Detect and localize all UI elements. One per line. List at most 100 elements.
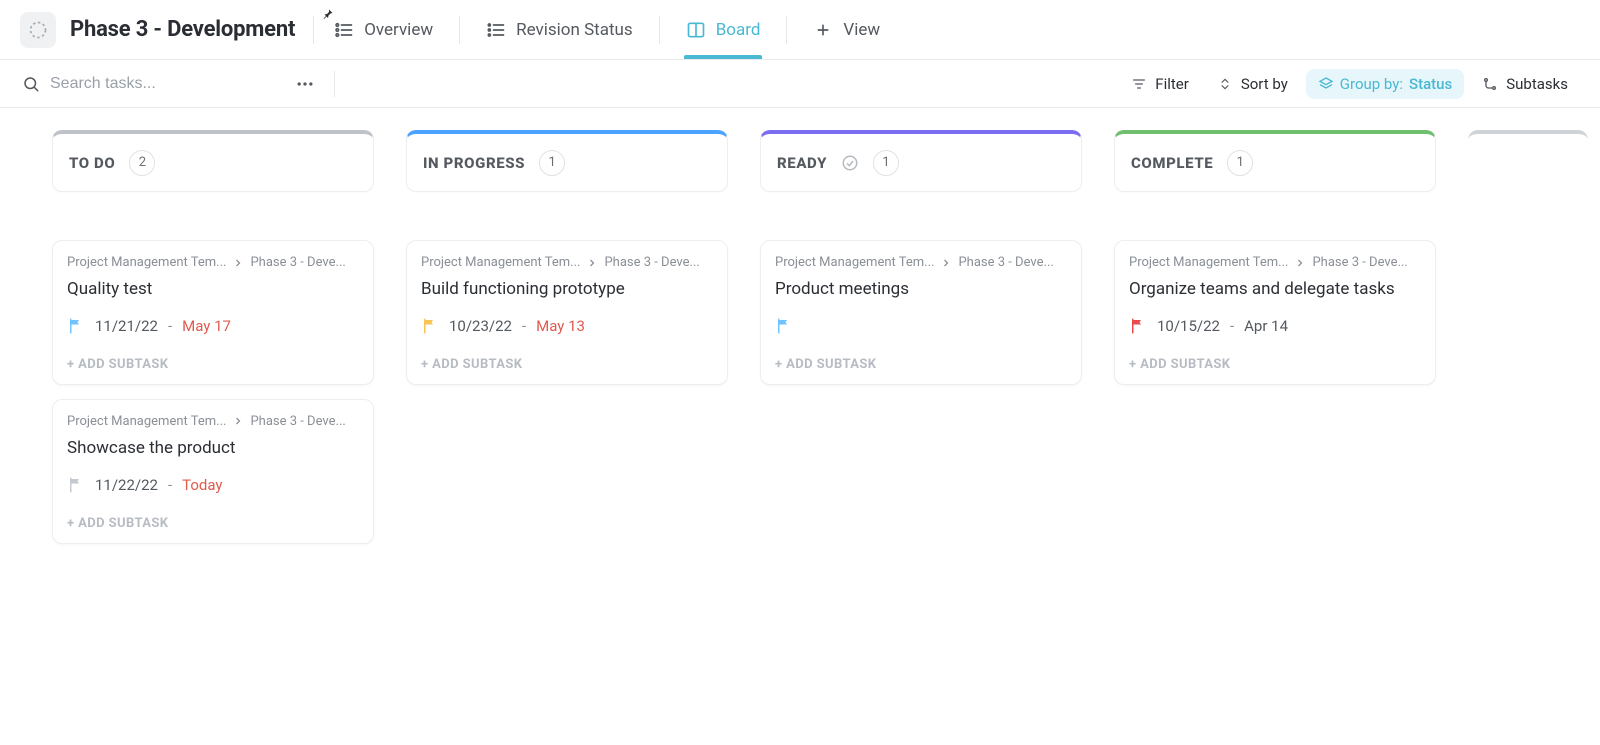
add-subtask-button[interactable]: + ADD SUBTASK: [421, 357, 713, 372]
search-input[interactable]: [50, 75, 230, 93]
chevron-right-icon: [1294, 257, 1306, 269]
flag-icon[interactable]: [67, 317, 85, 335]
search-icon: [22, 75, 40, 93]
date-start[interactable]: 10/15/22: [1157, 317, 1220, 335]
plus-icon: [813, 20, 833, 40]
column-title: IN PROGRESS: [423, 154, 525, 172]
flag-icon[interactable]: [421, 317, 439, 335]
group-by-button[interactable]: Group by: Status: [1306, 69, 1464, 99]
app-header: Phase 3 - Development Overview Revision …: [0, 0, 1600, 60]
task-meta: 10/23/22 - May 13: [421, 317, 713, 335]
breadcrumb-project[interactable]: Project Management Tem...: [67, 255, 226, 270]
date-end[interactable]: Apr 14: [1244, 317, 1288, 335]
date-end[interactable]: Today: [182, 476, 222, 494]
tab-label: View: [843, 20, 880, 40]
date-separator: -: [1230, 317, 1234, 335]
search-wrap: [22, 75, 282, 93]
board-area: TO DO2 Project Management Tem... Phase 3 -…: [0, 108, 1600, 745]
date-end[interactable]: May 13: [536, 317, 585, 335]
board-column-done: COMPLETE1 Project Management Tem... Phase …: [1114, 130, 1436, 385]
task-title: Product meetings: [775, 278, 1067, 301]
divider: [313, 16, 314, 44]
tab-label: Revision Status: [516, 20, 633, 40]
card-list: Project Management Tem... Phase 3 - Deve.…: [406, 240, 728, 385]
flag-icon[interactable]: [67, 476, 85, 494]
tab-overview[interactable]: Overview: [332, 2, 435, 58]
column-title: READY: [777, 154, 827, 172]
column-header[interactable]: READY 1: [760, 130, 1082, 192]
list-icon: [334, 20, 354, 40]
button-label: Subtasks: [1506, 75, 1568, 93]
card-list: Project Management Tem... Phase 3 - Deve.…: [1114, 240, 1436, 385]
task-card[interactable]: Project Management Tem... Phase 3 - Deve.…: [760, 240, 1082, 385]
pin-icon: [322, 8, 334, 20]
breadcrumb-project[interactable]: Project Management Tem...: [421, 255, 580, 270]
filter-icon: [1131, 76, 1147, 92]
add-subtask-button[interactable]: + ADD SUBTASK: [67, 357, 359, 372]
task-meta: 10/15/22 - Apr 14: [1129, 317, 1421, 335]
divider: [334, 71, 335, 97]
subtasks-button[interactable]: Subtasks: [1472, 69, 1578, 99]
view-tabs: Overview Revision Status Board View: [332, 2, 882, 58]
task-card[interactable]: Project Management Tem... Phase 3 - Deve.…: [406, 240, 728, 385]
group-icon: [1318, 76, 1334, 92]
column-count: 1: [1227, 150, 1253, 176]
breadcrumb: Project Management Tem... Phase 3 - Deve.…: [67, 255, 359, 270]
project-status-icon[interactable]: [20, 12, 56, 48]
sort-icon: [1217, 76, 1233, 92]
date-start[interactable]: 11/21/22: [95, 317, 158, 335]
page-title: Phase 3 - Development: [70, 17, 295, 42]
tab-revision-status[interactable]: Revision Status: [484, 2, 635, 58]
chevron-right-icon: [586, 257, 598, 269]
column-count: 1: [873, 150, 899, 176]
board-column-inprog: IN PROGRESS1 Project Management Tem... Pha…: [406, 130, 728, 385]
breadcrumb-project[interactable]: Project Management Tem...: [1129, 255, 1288, 270]
board-columns: TO DO2 Project Management Tem... Phase 3 -…: [52, 130, 1600, 544]
column-title: TO DO: [69, 154, 115, 172]
flag-icon[interactable]: [1129, 317, 1147, 335]
add-subtask-button[interactable]: + ADD SUBTASK: [1129, 357, 1421, 372]
task-title: Quality test: [67, 278, 359, 301]
list-icon: [486, 20, 506, 40]
breadcrumb-phase[interactable]: Phase 3 - Deve...: [604, 255, 699, 270]
date-end[interactable]: May 17: [182, 317, 231, 335]
breadcrumb-phase[interactable]: Phase 3 - Deve...: [250, 255, 345, 270]
date-start[interactable]: 11/22/22: [95, 476, 158, 494]
board-icon: [686, 20, 706, 40]
more-button[interactable]: [290, 69, 320, 99]
breadcrumb-phase[interactable]: Phase 3 - Deve...: [958, 255, 1053, 270]
task-card[interactable]: Project Management Tem... Phase 3 - Deve.…: [52, 240, 374, 385]
sort-button[interactable]: Sort by: [1207, 69, 1298, 99]
breadcrumb-phase[interactable]: Phase 3 - Deve...: [1312, 255, 1407, 270]
breadcrumb-project[interactable]: Project Management Tem...: [67, 414, 226, 429]
tab-label: Board: [716, 20, 761, 40]
task-card[interactable]: Project Management Tem... Phase 3 - Deve.…: [52, 399, 374, 544]
breadcrumb: Project Management Tem... Phase 3 - Deve.…: [775, 255, 1067, 270]
column-header[interactable]: COMPLETE1: [1114, 130, 1436, 192]
add-subtask-button[interactable]: + ADD SUBTASK: [67, 516, 359, 531]
chevron-right-icon: [940, 257, 952, 269]
column-header[interactable]: TO DO2: [52, 130, 374, 192]
filter-button[interactable]: Filter: [1121, 69, 1199, 99]
column-header[interactable]: IN PROGRESS1: [406, 130, 728, 192]
flag-icon[interactable]: [775, 317, 793, 335]
date-separator: -: [168, 476, 172, 494]
date-start[interactable]: 10/23/22: [449, 317, 512, 335]
group-value: Status: [1409, 75, 1452, 93]
task-card[interactable]: Project Management Tem... Phase 3 - Deve.…: [1114, 240, 1436, 385]
divider: [659, 16, 660, 44]
breadcrumb-project[interactable]: Project Management Tem...: [775, 255, 934, 270]
card-list: Project Management Tem... Phase 3 - Deve.…: [760, 240, 1082, 385]
button-label: Sort by: [1241, 75, 1288, 93]
card-list: Project Management Tem... Phase 3 - Deve.…: [52, 240, 374, 544]
add-subtask-button[interactable]: + ADD SUBTASK: [775, 357, 1067, 372]
add-view-button[interactable]: View: [811, 2, 882, 58]
divider: [786, 16, 787, 44]
chevron-right-icon: [232, 415, 244, 427]
task-title: Build functioning prototype: [421, 278, 713, 301]
tab-board[interactable]: Board: [684, 2, 763, 58]
add-column-placeholder[interactable]: [1468, 130, 1588, 192]
breadcrumb: Project Management Tem... Phase 3 - Deve.…: [421, 255, 713, 270]
breadcrumb-phase[interactable]: Phase 3 - Deve...: [250, 414, 345, 429]
task-meta: [775, 317, 1067, 335]
